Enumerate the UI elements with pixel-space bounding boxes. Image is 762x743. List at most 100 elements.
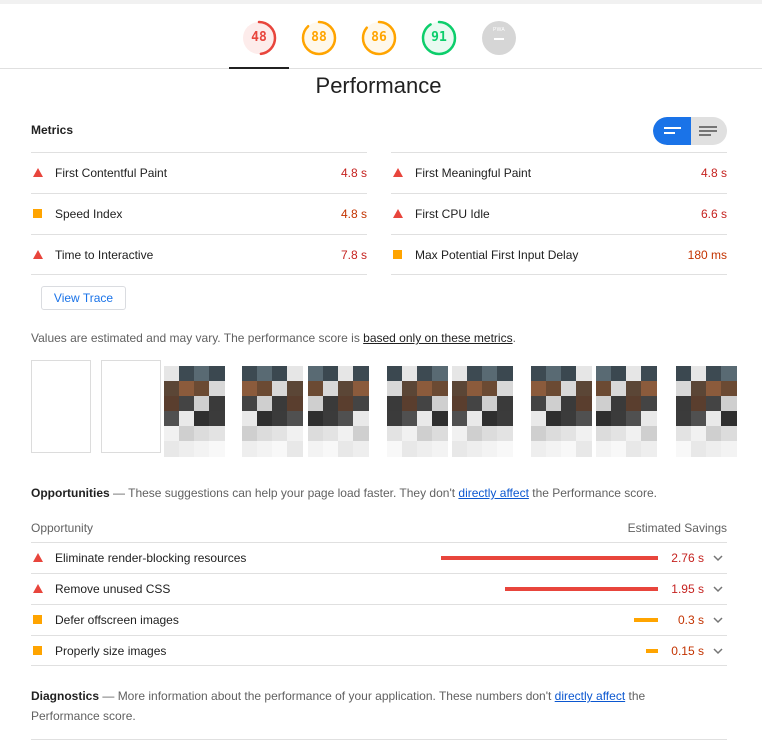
chevron-down-icon[interactable] — [712, 553, 724, 563]
filmstrip-pixel — [308, 381, 324, 397]
filmstrip-pixel — [452, 381, 468, 397]
filmstrip-pixel — [353, 381, 369, 397]
filmstrip-pixel — [179, 411, 195, 427]
opportunity-row-render-blocking[interactable]: Eliminate render-blocking resources 2.76… — [31, 542, 727, 573]
filmstrip-pixel — [257, 411, 273, 427]
filmstrip-pixel — [323, 441, 339, 457]
filmstrip-pixel — [626, 441, 642, 457]
gauge-seo[interactable]: 91 — [421, 20, 457, 56]
filmstrip-pixel — [323, 396, 339, 412]
based-on-metrics-link[interactable]: based only on these metrics — [363, 331, 512, 345]
filmstrip-pixel — [402, 381, 418, 397]
filmstrip-pixel — [164, 396, 180, 412]
filmstrip-pixel — [531, 366, 547, 382]
chevron-down-icon[interactable] — [712, 646, 724, 656]
filmstrip-pixel — [561, 411, 577, 427]
filmstrip-pixel — [691, 441, 707, 457]
filmstrip-pixel — [676, 381, 692, 397]
filmstrip-pixel — [242, 441, 258, 457]
gauge-accessibility[interactable]: 88 — [301, 20, 337, 56]
opportunity-column-header: Opportunity — [31, 521, 94, 535]
filmstrip-pixel — [287, 411, 303, 427]
filmstrip-pixel — [596, 396, 612, 412]
opportunity-row-unused-css[interactable]: Remove unused CSS 1.95 s — [31, 573, 727, 604]
diagnostics-description: Diagnostics — More information about the… — [31, 686, 645, 726]
filmstrip-pixel — [641, 426, 657, 442]
opportunity-row-size-images[interactable]: Properly size images 0.15 s — [31, 635, 727, 666]
filmstrip-frame-5 — [308, 366, 369, 458]
savings-bar — [646, 649, 658, 653]
metric-label: Max Potential First Input Delay — [415, 248, 579, 262]
opportunities-dash: — — [109, 486, 129, 500]
filmstrip-pixel — [164, 441, 180, 457]
filmstrip-pixel — [402, 411, 418, 427]
filmstrip-pixel — [641, 396, 657, 412]
opportunity-row-offscreen-images[interactable]: Defer offscreen images 0.3 s — [31, 604, 727, 635]
filmstrip-pixel — [417, 366, 433, 382]
filmstrip-pixel — [611, 411, 627, 427]
filmstrip-pixel — [242, 381, 258, 397]
filmstrip-pixel — [546, 396, 562, 412]
directly-affect-link[interactable]: directly affect — [458, 486, 528, 500]
filmstrip-pixel — [417, 396, 433, 412]
toggle-compact-view[interactable] — [653, 117, 691, 145]
chevron-down-icon[interactable] — [712, 584, 724, 594]
filmstrip-pixel — [482, 366, 498, 382]
filmstrip-pixel — [338, 411, 354, 427]
filmstrip-pixel — [482, 396, 498, 412]
filmstrip-pixel — [706, 411, 722, 427]
filmstrip-pixel — [387, 366, 403, 382]
filmstrip-pixel — [164, 426, 180, 442]
gauge-pwa-label: PWA — [492, 27, 506, 33]
filmstrip-pixel — [452, 441, 468, 457]
filmstrip-pixel — [257, 396, 273, 412]
filmstrip-frame-3 — [164, 366, 225, 458]
filmstrip-pixel — [546, 366, 562, 382]
view-trace-button[interactable]: View Trace — [41, 286, 126, 310]
diagnostics-text: More information about the performance o… — [117, 689, 555, 703]
filmstrip-pixel — [721, 381, 737, 397]
savings-value: 1.95 s — [671, 582, 704, 596]
metric-label: Speed Index — [55, 207, 123, 221]
metrics-view-toggle[interactable] — [653, 117, 727, 145]
diagnostics-directly-affect-link[interactable]: directly affect — [555, 689, 625, 703]
filmstrip-pixel — [353, 411, 369, 427]
filmstrip-pixel — [497, 381, 513, 397]
filmstrip-pixel — [641, 366, 657, 382]
filmstrip-pixel — [626, 381, 642, 397]
opportunity-label: Eliminate render-blocking resources — [55, 551, 247, 565]
filmstrip-pixel — [531, 441, 547, 457]
filmstrip-pixel — [272, 381, 288, 397]
filmstrip-pixel — [576, 426, 592, 442]
filmstrip-pixel — [641, 381, 657, 397]
chevron-down-icon[interactable] — [712, 615, 724, 625]
filmstrip-pixel — [179, 396, 195, 412]
filmstrip-pixel — [676, 366, 692, 382]
filmstrip-pixel — [308, 366, 324, 382]
filmstrip-pixel — [323, 411, 339, 427]
filmstrip-pixel — [452, 426, 468, 442]
filmstrip-pixel — [497, 366, 513, 382]
filmstrip-pixel — [323, 366, 339, 382]
filmstrip-pixel — [676, 441, 692, 457]
diagnostics-dash: — — [99, 689, 118, 703]
metric-label: First CPU Idle — [415, 207, 490, 221]
filmstrip-frame-9 — [596, 366, 657, 458]
filmstrip-pixel — [432, 381, 448, 397]
filmstrip-pixel — [706, 396, 722, 412]
gauge-performance[interactable]: 48 — [241, 20, 277, 56]
filmstrip-pixel — [308, 441, 324, 457]
filmstrip-pixel — [242, 426, 258, 442]
list-line-icon — [699, 134, 711, 136]
list-line-icon — [699, 126, 717, 128]
gauge-best-practices[interactable]: 86 — [361, 20, 397, 56]
filmstrip-pixel — [482, 381, 498, 397]
filmstrip-frame-4 — [242, 366, 303, 458]
filmstrip-pixel — [561, 426, 577, 442]
filmstrip-pixel — [417, 411, 433, 427]
filmstrip-pixel — [691, 411, 707, 427]
filmstrip-pixel — [561, 366, 577, 382]
gauge-pwa[interactable]: PWA — [481, 20, 517, 56]
filmstrip-pixel — [242, 411, 258, 427]
filmstrip-pixel — [497, 426, 513, 442]
